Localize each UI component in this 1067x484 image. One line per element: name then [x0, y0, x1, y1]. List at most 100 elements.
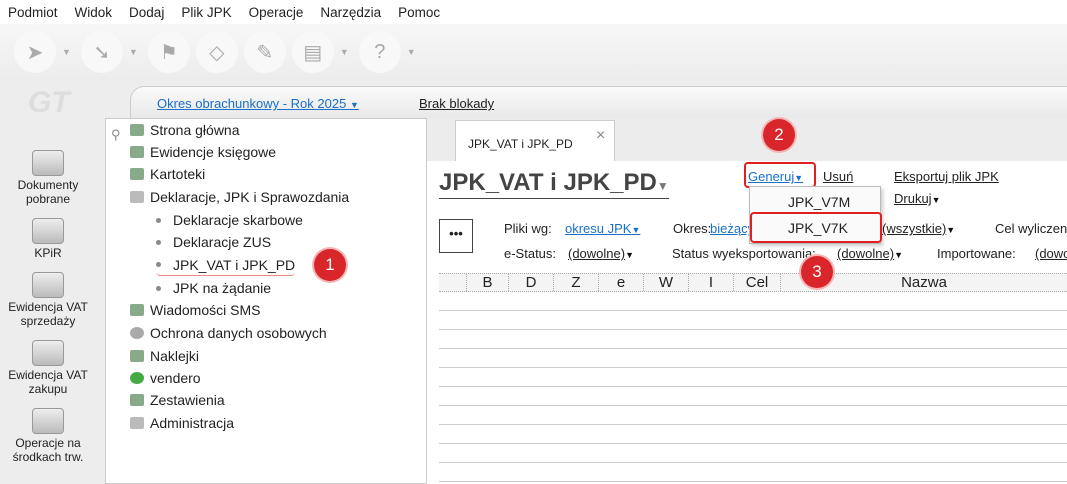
document-icon[interactable]: ◇ — [195, 31, 238, 73]
highlight-generate — [744, 162, 816, 188]
chevron-down-icon[interactable]: ▼ — [340, 47, 349, 57]
tab-jpk-vat[interactable]: JPK_VAT i JPK_PD × — [455, 120, 615, 162]
period-selector[interactable]: Okres obrachunkowy - Rok 2025 ▼ — [157, 96, 359, 111]
menu-pomoc[interactable]: Pomoc — [398, 5, 440, 20]
nav-label: Dokumenty pobrane — [17, 178, 79, 206]
printer-icon[interactable]: ▤ — [291, 31, 334, 73]
menu-plik-jpk[interactable]: Plik JPK — [181, 5, 231, 20]
menu-dodaj[interactable]: Dodaj — [129, 5, 164, 20]
estatus-label: e-Status: — [504, 246, 557, 261]
tree-label: Ochrona danych osobowych — [150, 325, 327, 341]
chevron-down-icon[interactable]: ▼ — [129, 47, 138, 57]
chevron-down-icon: ▼ — [631, 225, 641, 235]
tree-label: Naklejki — [150, 348, 200, 364]
nav-label: Ewidencja VAT sprzedaży — [8, 300, 88, 328]
tree-item-ewidencje[interactable]: Ewidencje księgowe — [130, 141, 276, 163]
tree-item-ochrona-danych[interactable]: Ochrona danych osobowych — [130, 322, 327, 344]
chevron-down-icon: ▼ — [625, 250, 635, 260]
tree-item-sms[interactable]: Wiadomości SMS — [130, 299, 260, 321]
tree-item-administracja[interactable]: Administracja — [130, 412, 234, 434]
tree-item-deklaracje-zus[interactable]: Deklaracje ZUS — [156, 231, 271, 253]
export-status-label: Status wyeksportowania: — [672, 246, 816, 261]
nav-label: Ewidencja VAT zakupu — [8, 368, 88, 396]
export-button[interactable]: Eksportuj plik JPK — [894, 169, 999, 184]
left-nav: Dokumenty pobrane KPiR Ewidencja VAT spr… — [0, 150, 96, 476]
menu-item-jpk-v7m[interactable]: JPK_V7M — [788, 194, 850, 210]
column-header-b[interactable]: B — [467, 274, 509, 291]
tree-item-jpk-vat[interactable]: JPK_VAT i JPK_PD — [156, 254, 296, 276]
menu-operacje[interactable]: Operacje — [249, 5, 304, 20]
tab-label: JPK_VAT i JPK_PD — [468, 137, 573, 151]
column-header-d[interactable]: D — [509, 274, 554, 291]
all-value: (wszystkie) — [882, 221, 947, 236]
flag-icon[interactable]: ⚑ — [147, 31, 190, 73]
bullet-icon — [156, 262, 161, 267]
nav-label: Operacje na środkach trw. — [12, 436, 84, 464]
chevron-down-icon: ▼ — [349, 100, 359, 110]
print-label: Drukuj — [894, 191, 932, 206]
tree-item-strona-glowna[interactable]: Strona główna — [130, 119, 240, 141]
tab-bar: JPK_VAT i JPK_PD × — [427, 118, 1067, 162]
tree-item-deklaracje[interactable]: Deklaracje, JPK i Sprawozdania — [130, 186, 349, 208]
nav-srodki-trwale[interactable]: Operacje na środkach trw. — [0, 408, 96, 464]
pin-icon[interactable]: ⚲ — [111, 127, 121, 143]
nav-kpir[interactable]: KPiR — [0, 218, 96, 260]
bullet-icon — [156, 239, 161, 245]
menu-narzedzia[interactable]: Narzędzia — [320, 5, 381, 20]
edit-icon[interactable]: ✎ — [243, 31, 286, 73]
coins-icon — [32, 272, 64, 298]
bullet-icon — [156, 285, 161, 291]
menu-widok[interactable]: Widok — [75, 5, 113, 20]
files-by-select[interactable]: okresu JPK▼ — [565, 221, 640, 236]
home-icon — [130, 124, 144, 136]
tree-label: JPK_VAT i JPK_PD — [173, 256, 296, 273]
export-status-select[interactable]: (dowolne)▼ — [837, 246, 903, 261]
forward-arrow-icon[interactable]: ➘ — [80, 31, 123, 73]
column-header-select[interactable] — [439, 274, 467, 291]
back-arrow-icon[interactable]: ➤ — [14, 31, 56, 73]
column-header-cel[interactable]: Cel — [734, 274, 781, 291]
more-button[interactable]: ••• — [439, 219, 473, 253]
print-button[interactable]: Drukuj▼ — [894, 191, 941, 206]
sticker-icon — [130, 350, 144, 362]
chevron-down-icon: ▼ — [931, 195, 941, 205]
estatus-select[interactable]: (dowolne)▼ — [568, 246, 634, 261]
chevron-down-icon[interactable]: ▼ — [62, 47, 71, 57]
imported-select[interactable]: (dowo — [1035, 246, 1067, 261]
tree-item-jpk-na-zadanie[interactable]: JPK na żądanie — [156, 277, 271, 299]
period-label: Okres obrachunkowy - Rok 2025 — [157, 96, 347, 111]
vendero-icon — [130, 372, 144, 384]
step-badge-2: 2 — [763, 119, 795, 151]
tree-item-vendero[interactable]: vendero — [130, 367, 201, 389]
period-select[interactable]: bieżący — [710, 221, 754, 236]
column-header-w[interactable]: W — [644, 274, 689, 291]
folder-icon — [130, 191, 144, 203]
tree-label: JPK na żądanie — [173, 280, 272, 296]
help-icon[interactable]: ? — [358, 31, 401, 73]
tree-item-deklaracje-skarbowe[interactable]: Deklaracje skarbowe — [156, 209, 303, 231]
tree-label: Wiadomości SMS — [150, 302, 261, 318]
logo: GT — [28, 86, 70, 119]
lock-status-link[interactable]: Brak blokady — [419, 96, 494, 111]
nav-vat-sprzedazy[interactable]: Ewidencja VAT sprzedaży — [0, 272, 96, 328]
files-by-label: Pliki wg: — [504, 221, 552, 236]
cards-icon — [130, 168, 144, 180]
column-header-z[interactable]: Z — [554, 274, 599, 291]
page-title[interactable]: JPK_VAT i JPK_PD▼ — [439, 169, 669, 199]
download-icon — [32, 150, 64, 176]
close-icon[interactable]: × — [596, 127, 605, 145]
all-select[interactable]: (wszystkie)▼ — [882, 221, 955, 236]
column-header-e[interactable]: e — [599, 274, 644, 291]
chevron-down-icon: ▼ — [946, 225, 956, 235]
nav-vat-zakupu[interactable]: Ewidencja VAT zakupu — [0, 340, 96, 396]
delete-button[interactable]: Usuń — [823, 169, 853, 184]
tree-label: Kartoteki — [150, 166, 206, 182]
column-header-i[interactable]: I — [689, 274, 734, 291]
nav-dokumenty-pobrane[interactable]: Dokumenty pobrane — [0, 150, 96, 206]
menu-podmiot[interactable]: Podmiot — [8, 5, 58, 20]
tree-item-kartoteki[interactable]: Kartoteki — [130, 163, 205, 185]
tree-item-naklejki[interactable]: Naklejki — [130, 345, 199, 367]
tree-item-zestawienia[interactable]: Zestawienia — [130, 389, 225, 411]
chevron-down-icon[interactable]: ▼ — [407, 47, 416, 57]
top-bar: Okres obrachunkowy - Rok 2025 ▼ Brak blo… — [130, 86, 1067, 120]
